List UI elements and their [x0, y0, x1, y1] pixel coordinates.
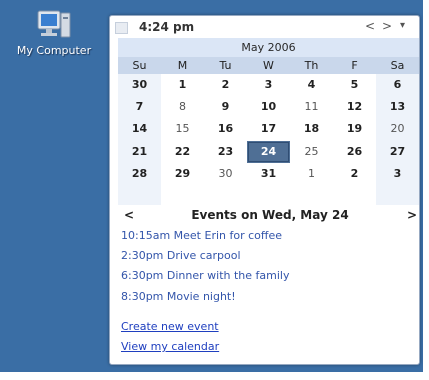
calendar-day[interactable]: 7 [118, 96, 161, 118]
calendar-week: 14 15 16 17 18 19 20 [118, 118, 419, 140]
weekday-label: M [177, 59, 188, 72]
calendar-day[interactable]: 22 [161, 141, 204, 163]
calendar-day[interactable]: 17 [247, 118, 290, 140]
calendar-day[interactable]: 1 [290, 163, 333, 185]
weekday-label: Th [304, 59, 319, 72]
calendar-grid: 30 1 2 3 4 5 6 7 8 9 10 11 12 13 14 15 1… [118, 74, 419, 185]
calendar-day[interactable]: 23 [204, 141, 247, 163]
event-item[interactable]: 8:30pm Movie night! [121, 290, 236, 303]
weekday-label: W [263, 59, 274, 72]
weekday-label: Tu [219, 59, 232, 72]
month-title: May 2006 [118, 38, 419, 57]
weekday-header: Su M Tu W Th F Sa [118, 57, 419, 74]
calendar-day[interactable]: 19 [333, 118, 376, 140]
calendar-week: 30 1 2 3 4 5 6 [118, 74, 419, 96]
calendar-day[interactable]: 18 [290, 118, 333, 140]
clock-time: 4:24 pm [139, 20, 195, 34]
weekday-label: Su [132, 59, 147, 72]
gadget-titlebar: 4:24 pm < > ▾ [110, 16, 419, 38]
events-header: < Events on Wed, May 24 > [118, 205, 419, 225]
event-item[interactable]: 2:30pm Drive carpool [121, 249, 241, 262]
calendar-day[interactable]: 31 [247, 163, 290, 185]
calendar-day[interactable]: 5 [333, 74, 376, 96]
view-calendar-link[interactable]: View my calendar [121, 340, 219, 353]
calendar-day[interactable]: 30 [204, 163, 247, 185]
event-item[interactable]: 6:30pm Dinner with the family [121, 269, 290, 282]
calendar-gadget: 4:24 pm < > ▾ May 2006 Su M Tu W Th F Sa… [109, 15, 420, 365]
calendar-day[interactable]: 26 [333, 141, 376, 163]
my-computer-shortcut[interactable]: My Computer [8, 8, 100, 57]
events-prev-button[interactable]: < [124, 208, 134, 222]
calendar-day[interactable]: 13 [376, 96, 419, 118]
weekday-label: Sa [390, 59, 405, 72]
calendar-day[interactable]: 10 [247, 96, 290, 118]
calendar-day[interactable]: 11 [290, 96, 333, 118]
calendar-day[interactable]: 28 [118, 163, 161, 185]
calendar-day[interactable]: 9 [204, 96, 247, 118]
calendar-day[interactable]: 29 [161, 163, 204, 185]
calendar-day[interactable]: 30 [118, 74, 161, 96]
calendar-week: 28 29 30 31 1 2 3 [118, 163, 419, 185]
calendar-day[interactable]: 14 [118, 118, 161, 140]
calendar-day[interactable]: 3 [247, 74, 290, 96]
calendar-week: 21 22 23 24 25 26 27 [118, 140, 419, 163]
window-box-icon [115, 22, 128, 34]
event-item[interactable]: 10:15am Meet Erin for coffee [121, 229, 282, 242]
calendar-day[interactable]: 21 [118, 141, 161, 163]
calendar-day[interactable]: 2 [333, 163, 376, 185]
calendar-day[interactable]: 1 [161, 74, 204, 96]
calendar-day[interactable]: 16 [204, 118, 247, 140]
calendar-day[interactable]: 20 [376, 118, 419, 140]
selected-day[interactable]: 24 [247, 140, 290, 163]
calendar-day[interactable]: 3 [376, 163, 419, 185]
calendar-day[interactable]: 4 [290, 74, 333, 96]
create-event-link[interactable]: Create new event [121, 320, 219, 333]
weekday-label: F [351, 59, 358, 72]
calendar-week: 7 8 9 10 11 12 13 [118, 96, 419, 118]
menu-chevron-icon[interactable]: ▾ [400, 20, 405, 31]
prev-month-button[interactable]: < [365, 19, 375, 33]
next-month-button[interactable]: > [382, 19, 392, 33]
calendar-day[interactable]: 15 [161, 118, 204, 140]
calendar-day[interactable]: 25 [290, 141, 333, 163]
calendar-day[interactable]: 2 [204, 74, 247, 96]
calendar-day[interactable]: 8 [161, 96, 204, 118]
events-next-button[interactable]: > [407, 208, 417, 222]
events-title: Events on Wed, May 24 [191, 208, 349, 222]
calendar-day[interactable]: 27 [376, 141, 419, 163]
my-computer-label: My Computer [16, 44, 92, 57]
computer-icon [37, 10, 71, 38]
calendar-day[interactable]: 12 [333, 96, 376, 118]
calendar-day[interactable]: 6 [376, 74, 419, 96]
